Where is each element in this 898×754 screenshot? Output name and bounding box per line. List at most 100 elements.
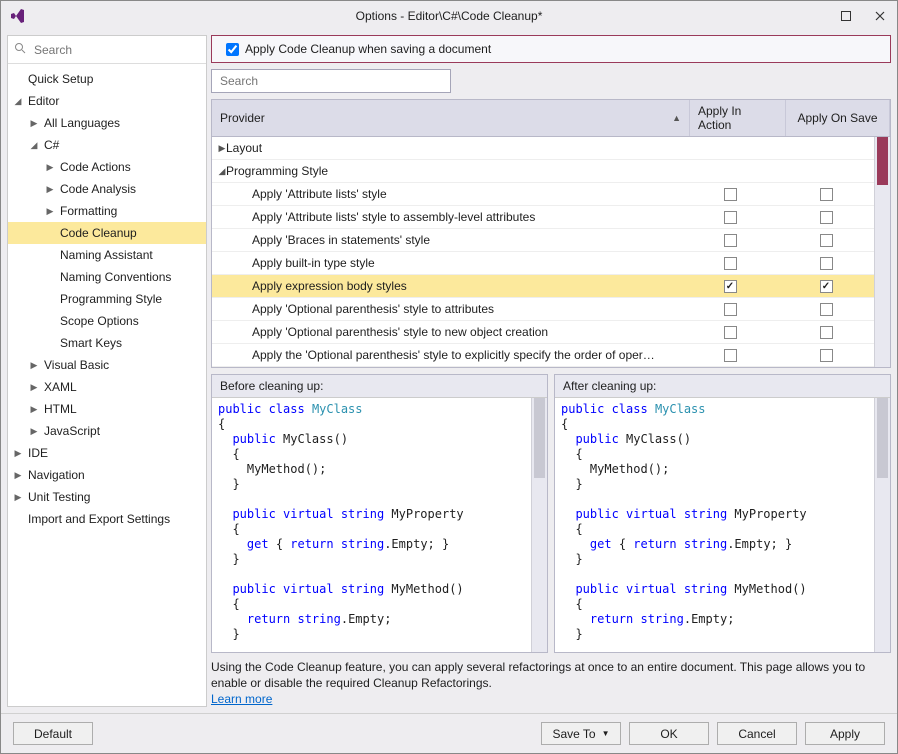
tree-item[interactable]: ▶Unit Testing: [8, 486, 206, 508]
tree-expander-icon[interactable]: ▶: [12, 470, 24, 481]
after-scrollbar[interactable]: [874, 398, 890, 652]
apply-on-save-checkbox-cell[interactable]: [820, 188, 833, 201]
ok-button[interactable]: OK: [629, 722, 709, 745]
group-expander-icon[interactable]: ▶: [212, 143, 226, 154]
tree-item[interactable]: ▶HTML: [8, 398, 206, 420]
tree-item[interactable]: Code Cleanup: [8, 222, 206, 244]
grid-row[interactable]: Apply 'Optional parenthesis' style to at…: [212, 298, 874, 321]
tree-expander-icon[interactable]: ▶: [12, 492, 24, 503]
preview-panes: Before cleaning up: public class MyClass…: [211, 374, 891, 653]
tree-expander-icon[interactable]: ▶: [44, 184, 56, 195]
tree-item[interactable]: Naming Conventions: [8, 266, 206, 288]
tree-item[interactable]: Import and Export Settings: [8, 508, 206, 530]
chevron-down-icon: ▼: [602, 729, 610, 738]
tree-expander-icon[interactable]: ▶: [44, 162, 56, 173]
tree-expander-icon[interactable]: ▶: [28, 360, 40, 371]
tree-expander-icon[interactable]: ▶: [28, 426, 40, 437]
tree-item-label: XAML: [40, 380, 77, 394]
tree-item[interactable]: ▶Formatting: [8, 200, 206, 222]
default-button[interactable]: Default: [13, 722, 93, 745]
sidebar-search-input[interactable]: [32, 42, 200, 58]
tree-item[interactable]: Programming Style: [8, 288, 206, 310]
before-scrollbar[interactable]: [531, 398, 547, 652]
apply-on-save-checkbox-cell[interactable]: [820, 326, 833, 339]
sort-asc-icon: ▲: [672, 113, 681, 123]
group-expander-icon[interactable]: ◢: [212, 166, 226, 177]
options-window: Options - Editor\C#\Code Cleanup* Quick …: [0, 0, 898, 754]
row-label: Apply 'Attribute lists' style to assembl…: [212, 210, 535, 224]
tree-item[interactable]: Quick Setup: [8, 68, 206, 90]
apply-on-save-row[interactable]: Apply Code Cleanup when saving a documen…: [211, 35, 891, 63]
apply-on-save-checkbox-cell[interactable]: [820, 234, 833, 247]
tree-item[interactable]: ◢Editor: [8, 90, 206, 112]
grid-row[interactable]: Apply 'Attribute lists' style to assembl…: [212, 206, 874, 229]
grid-row[interactable]: Apply the 'Optional parenthesis' style t…: [212, 344, 874, 367]
tree-item[interactable]: Naming Assistant: [8, 244, 206, 266]
apply-on-save-checkbox-cell[interactable]: [820, 303, 833, 316]
apply-in-action-checkbox[interactable]: [724, 326, 737, 339]
tree-item[interactable]: ▶Code Analysis: [8, 178, 206, 200]
apply-in-action-checkbox[interactable]: [724, 188, 737, 201]
column-header-save[interactable]: Apply On Save: [786, 100, 890, 136]
grid-row[interactable]: Apply 'Braces in statements' style: [212, 229, 874, 252]
tree-expander-icon[interactable]: ◢: [12, 96, 24, 107]
apply-on-save-checkbox[interactable]: [226, 43, 239, 56]
apply-on-save-checkbox-cell[interactable]: [820, 257, 833, 270]
apply-on-save-checkbox-cell[interactable]: [820, 211, 833, 224]
apply-in-action-checkbox[interactable]: [724, 211, 737, 224]
provider-search-input[interactable]: [218, 73, 444, 89]
apply-in-action-checkbox[interactable]: [724, 257, 737, 270]
sidebar-search[interactable]: [8, 36, 206, 64]
after-header: After cleaning up:: [555, 375, 890, 398]
vs-logo-icon: [9, 7, 27, 25]
grid-row[interactable]: Apply expression body styles: [212, 275, 874, 298]
column-header-provider[interactable]: Provider ▲: [212, 100, 690, 136]
apply-in-action-checkbox[interactable]: [724, 234, 737, 247]
row-label: Apply 'Optional parenthesis' style to at…: [212, 302, 494, 316]
tree-item[interactable]: ▶JavaScript: [8, 420, 206, 442]
apply-in-action-checkbox[interactable]: [724, 280, 737, 293]
tree-expander-icon[interactable]: ▶: [28, 118, 40, 129]
tree-expander-icon[interactable]: ▶: [28, 404, 40, 415]
tree-item[interactable]: ▶Code Actions: [8, 156, 206, 178]
window-controls: [829, 3, 897, 29]
tree-expander-icon[interactable]: ◢: [28, 140, 40, 151]
tree-item-label: JavaScript: [40, 424, 100, 438]
tree-item[interactable]: ◢C#: [8, 134, 206, 156]
grid-group-row[interactable]: ▶ Layout: [212, 137, 874, 160]
tree-item[interactable]: ▶IDE: [8, 442, 206, 464]
tree-item[interactable]: ▶Navigation: [8, 464, 206, 486]
tree-item-label: Code Analysis: [56, 182, 136, 196]
search-icon: [14, 42, 26, 57]
apply-in-action-checkbox[interactable]: [724, 349, 737, 362]
tree-item[interactable]: Smart Keys: [8, 332, 206, 354]
apply-in-action-checkbox[interactable]: [724, 303, 737, 316]
cancel-button[interactable]: Cancel: [717, 722, 797, 745]
maximize-button[interactable]: [829, 3, 863, 29]
scrollbar-thumb[interactable]: [877, 137, 888, 185]
learn-more-link[interactable]: Learn more: [211, 692, 272, 706]
tree-item-label: IDE: [24, 446, 48, 460]
nav-tree[interactable]: Quick Setup◢Editor▶All Languages◢C#▶Code…: [8, 64, 206, 706]
grid-group-row[interactable]: ◢ Programming Style: [212, 160, 874, 183]
tree-item[interactable]: ▶Visual Basic: [8, 354, 206, 376]
grid-scrollbar[interactable]: [874, 137, 890, 367]
tree-item[interactable]: ▶XAML: [8, 376, 206, 398]
tree-expander-icon[interactable]: ▶: [28, 382, 40, 393]
apply-button[interactable]: Apply: [805, 722, 885, 745]
grid-row[interactable]: Apply built-in type style: [212, 252, 874, 275]
tree-expander-icon[interactable]: ▶: [12, 448, 24, 459]
provider-search[interactable]: [211, 69, 451, 93]
column-header-action[interactable]: Apply In Action: [690, 100, 786, 136]
group-label: Layout: [226, 141, 262, 155]
tree-item[interactable]: Scope Options: [8, 310, 206, 332]
apply-on-save-checkbox-cell[interactable]: [820, 349, 833, 362]
grid-row[interactable]: Apply 'Attribute lists' style: [212, 183, 874, 206]
save-to-button[interactable]: Save To▼: [541, 722, 621, 745]
close-button[interactable]: [863, 3, 897, 29]
apply-on-save-checkbox-cell[interactable]: [820, 280, 833, 293]
tree-item[interactable]: ▶All Languages: [8, 112, 206, 134]
description-area: Using the Code Cleanup feature, you can …: [211, 659, 891, 707]
grid-row[interactable]: Apply 'Optional parenthesis' style to ne…: [212, 321, 874, 344]
tree-expander-icon[interactable]: ▶: [44, 206, 56, 217]
